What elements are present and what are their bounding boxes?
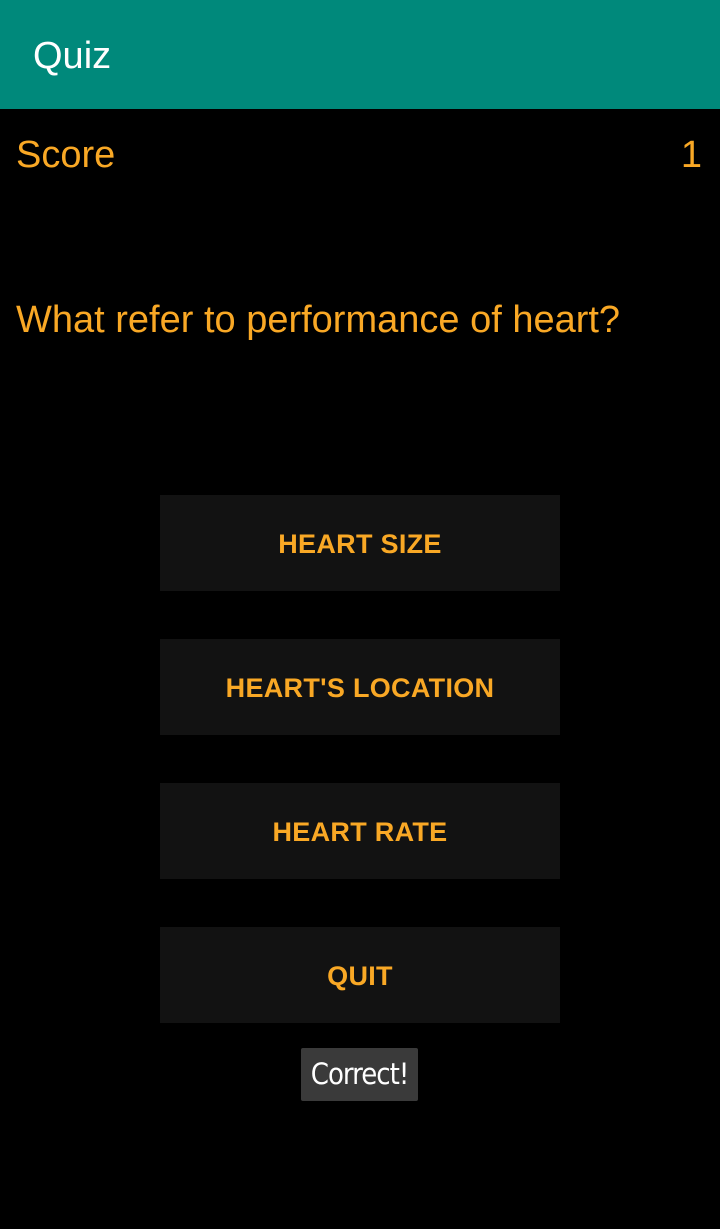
quit-button[interactable]: QUIT	[160, 927, 560, 1023]
score-value: 1	[680, 134, 702, 176]
answer-button-2[interactable]: HEART'S LOCATION	[160, 639, 560, 735]
score-label: Score	[16, 134, 116, 176]
app-bar-title: Quiz	[33, 35, 112, 77]
app-bar: Quiz	[0, 0, 720, 109]
score-row: Score 1	[0, 131, 720, 179]
answer-button-3[interactable]: HEART RATE	[160, 783, 560, 879]
question-text: What refer to performance of heart?	[16, 299, 621, 341]
answer-button-1[interactable]: HEART SIZE	[160, 495, 560, 591]
quiz-screen: Quiz Score 1 What refer to performance o…	[0, 0, 720, 1229]
correct-toast: Correct!	[301, 1048, 418, 1101]
